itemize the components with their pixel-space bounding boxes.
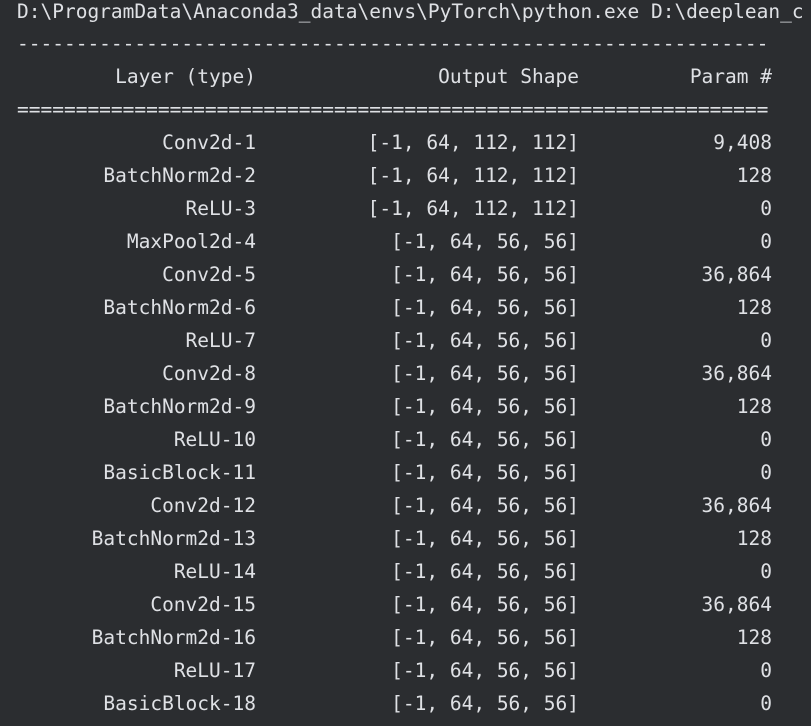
param-count-cell: 36,864 [701,263,772,286]
layer-name-cell: Conv2d-5 [162,263,256,286]
table-row: MaxPool2d-4 [-1, 64, 56, 56] 0 [0,231,811,253]
output-shape-cell: [-1, 64, 56, 56] [391,263,579,286]
output-shape-cell: [-1, 64, 56, 56] [391,527,579,550]
layer-name-cell: ReLU-10 [173,428,256,451]
table-row: BasicBlock-11 [-1, 64, 56, 56] 0 [0,462,811,484]
param-count-cell: 128 [736,296,772,319]
table-row: Conv2d-12 [-1, 64, 56, 56] 36,864 [0,495,811,517]
header-layer-type: Layer (type) [115,65,256,88]
header-param-count: Param # [689,65,772,88]
console-output[interactable]: D:\ProgramData\Anaconda3_data\envs\PyTor… [0,0,811,726]
layer-name-cell: BatchNorm2d-9 [103,395,256,418]
output-shape-cell: [-1, 64, 56, 56] [391,395,579,418]
table-row: BatchNorm2d-9 [-1, 64, 56, 56] 128 [0,396,811,418]
output-shape-cell: [-1, 64, 56, 56] [391,362,579,385]
table-row: BatchNorm2d-2 [-1, 64, 112, 112] 128 [0,165,811,187]
table-row: BasicBlock-18 [-1, 64, 56, 56] 0 [0,693,811,715]
param-count-cell: 36,864 [701,362,772,385]
table-row: Conv2d-8 [-1, 64, 56, 56] 36,864 [0,363,811,385]
separator-dashes: ----------------------------------------… [17,32,769,55]
param-count-cell: 0 [760,659,772,682]
table-row: BatchNorm2d-16 [-1, 64, 56, 56] 128 [0,627,811,649]
param-count-cell: 128 [736,395,772,418]
output-shape-cell: [-1, 64, 56, 56] [391,692,579,715]
param-count-cell: 128 [736,626,772,649]
separator-equals: ========================================… [17,98,769,121]
layer-name-cell: BatchNorm2d-16 [91,626,256,649]
header-output-shape: Output Shape [438,65,579,88]
output-shape-cell: [-1, 64, 112, 112] [367,197,579,220]
layer-name-cell: MaxPool2d-4 [126,230,256,253]
output-shape-cell: [-1, 64, 56, 56] [391,659,579,682]
output-shape-cell: [-1, 64, 56, 56] [391,560,579,583]
output-shape-cell: [-1, 64, 56, 56] [391,494,579,517]
table-row: ReLU-14 [-1, 64, 56, 56] 0 [0,561,811,583]
layer-name-cell: Conv2d-15 [150,593,256,616]
output-shape-cell: [-1, 64, 56, 56] [391,461,579,484]
param-count-cell: 0 [760,560,772,583]
param-count-cell: 0 [760,428,772,451]
table-row: ReLU-17 [-1, 64, 56, 56] 0 [0,660,811,682]
table-row: Conv2d-15 [-1, 64, 56, 56] 36,864 [0,594,811,616]
output-shape-cell: [-1, 64, 56, 56] [391,428,579,451]
layer-name-cell: Conv2d-8 [162,362,256,385]
layer-name-cell: BatchNorm2d-6 [103,296,256,319]
layer-name-cell: Conv2d-1 [162,131,256,154]
layer-name-cell: BasicBlock-18 [103,692,256,715]
param-count-cell: 9,408 [713,131,772,154]
output-shape-cell: [-1, 64, 56, 56] [391,626,579,649]
output-shape-cell: [-1, 64, 56, 56] [391,296,579,319]
param-count-cell: 0 [760,461,772,484]
layer-name-cell: Conv2d-12 [150,494,256,517]
command-line: D:\ProgramData\Anaconda3_data\envs\PyTor… [17,0,804,23]
layer-name-cell: ReLU-7 [185,329,256,352]
table-row: Conv2d-5 [-1, 64, 56, 56] 36,864 [0,264,811,286]
output-shape-cell: [-1, 64, 112, 112] [367,131,579,154]
layer-name-cell: BasicBlock-11 [103,461,256,484]
param-count-cell: 128 [736,527,772,550]
param-count-cell: 0 [760,230,772,253]
table-row: BatchNorm2d-13 [-1, 64, 56, 56] 128 [0,528,811,550]
table-row: ReLU-3 [-1, 64, 112, 112] 0 [0,198,811,220]
layer-name-cell: ReLU-14 [173,560,256,583]
table-header: Layer (type) Output Shape Param # [0,66,811,88]
table-row: ReLU-7 [-1, 64, 56, 56] 0 [0,330,811,352]
param-count-cell: 128 [736,164,772,187]
layer-name-cell: ReLU-3 [185,197,256,220]
output-shape-cell: [-1, 64, 56, 56] [391,593,579,616]
table-row: Conv2d-1 [-1, 64, 112, 112] 9,408 [0,132,811,154]
output-shape-cell: [-1, 64, 112, 112] [367,164,579,187]
output-shape-cell: [-1, 64, 56, 56] [391,329,579,352]
table-row: ReLU-10 [-1, 64, 56, 56] 0 [0,429,811,451]
layer-name-cell: BatchNorm2d-2 [103,164,256,187]
param-count-cell: 0 [760,329,772,352]
param-count-cell: 0 [760,692,772,715]
output-shape-cell: [-1, 64, 56, 56] [391,230,579,253]
layer-name-cell: ReLU-17 [173,659,256,682]
param-count-cell: 0 [760,197,772,220]
layer-name-cell: BatchNorm2d-13 [91,527,256,550]
param-count-cell: 36,864 [701,494,772,517]
table-row: BatchNorm2d-6 [-1, 64, 56, 56] 128 [0,297,811,319]
param-count-cell: 36,864 [701,593,772,616]
